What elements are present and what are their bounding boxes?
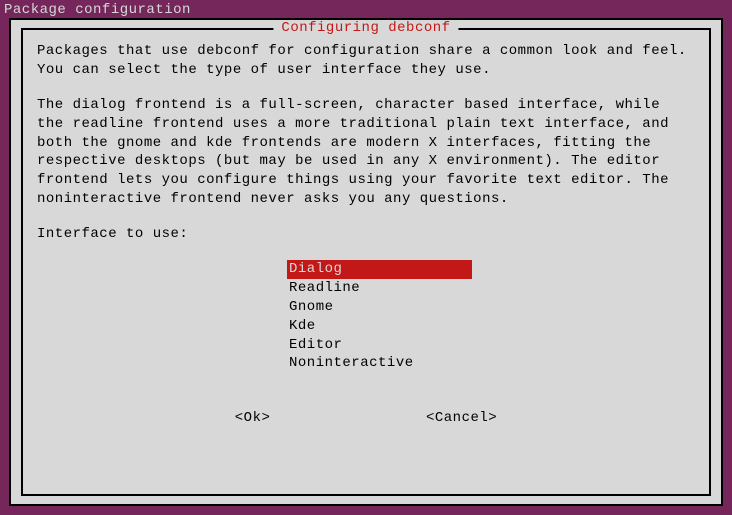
option-list: Dialog Readline Gnome Kde Editor Noninte… xyxy=(287,260,695,373)
dialog-title: Configuring debconf xyxy=(273,20,458,36)
option-gnome[interactable]: Gnome xyxy=(287,298,472,317)
ok-button[interactable]: <Ok> xyxy=(235,409,271,428)
cancel-button[interactable]: <Cancel> xyxy=(426,409,497,428)
dialog-frame: Configuring debconf Packages that use de… xyxy=(21,28,711,496)
interface-prompt: Interface to use: xyxy=(37,225,695,244)
page-title: Package configuration xyxy=(4,2,191,18)
option-readline[interactable]: Readline xyxy=(287,279,472,298)
button-row: <Ok> <Cancel> xyxy=(37,409,695,428)
dialog-content: Packages that use debconf for configurat… xyxy=(23,30,709,440)
description-paragraph-1: Packages that use debconf for configurat… xyxy=(37,42,695,80)
option-noninteractive[interactable]: Noninteractive xyxy=(287,354,472,373)
outer-frame: Configuring debconf Packages that use de… xyxy=(9,18,723,506)
option-editor[interactable]: Editor xyxy=(287,336,472,355)
option-dialog[interactable]: Dialog xyxy=(287,260,472,279)
option-kde[interactable]: Kde xyxy=(287,317,472,336)
description-paragraph-2: The dialog frontend is a full-screen, ch… xyxy=(37,96,695,209)
